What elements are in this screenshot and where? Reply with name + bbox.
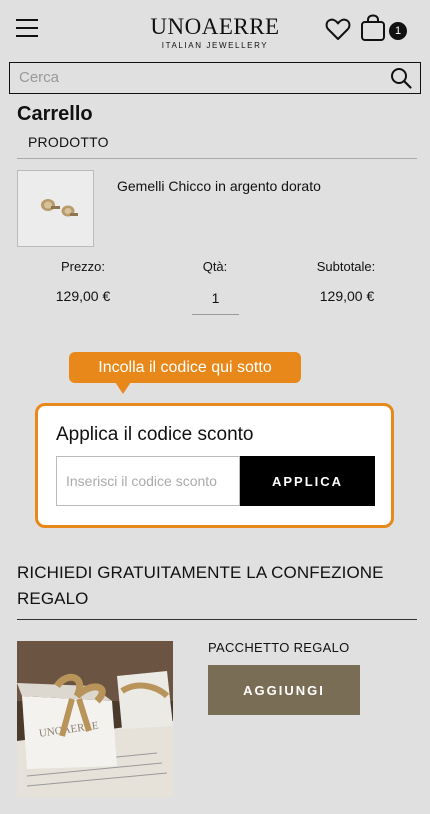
gift-box-image: UNOAERRE [17, 641, 173, 797]
qty-label: Qtà: [202, 259, 228, 274]
search-icon[interactable] [390, 67, 412, 89]
search-input[interactable] [10, 63, 380, 92]
apply-discount-button[interactable]: APPLICA [240, 456, 375, 506]
page-title: Carrello [17, 103, 93, 125]
cart-count-badge: 1 [389, 22, 407, 40]
product-column-label: PRODOTTO [28, 134, 109, 150]
divider [17, 619, 417, 620]
cufflinks-image [18, 171, 93, 246]
discount-title: Applica il codice sconto [56, 424, 254, 445]
search-bar [9, 62, 421, 94]
subtotal-value: 129,00 € [319, 288, 375, 304]
quantity-input[interactable]: 1 [192, 285, 239, 315]
price-label: Prezzo: [60, 259, 106, 274]
product-thumbnail[interactable] [17, 170, 94, 247]
header: UNOAERRE ITALIAN JEWELLERY 1 [0, 0, 430, 60]
discount-code-panel: Applica il codice sconto APPLICA [35, 403, 394, 528]
discount-code-input[interactable] [56, 456, 240, 506]
divider [17, 158, 417, 159]
gift-package-label: PACCHETTO REGALO [208, 640, 350, 655]
paste-code-tooltip: Incolla il codice qui sotto [69, 352, 301, 383]
shopping-bag-icon[interactable] [360, 14, 386, 42]
heart-icon[interactable] [325, 17, 351, 41]
subtotal-label: Subtotale: [316, 259, 376, 274]
logo-sub: ITALIAN JEWELLERY [161, 41, 269, 50]
gift-wrap-heading: RICHIEDI GRATUITAMENTE LA CONFEZIONE REG… [17, 563, 384, 608]
add-gift-wrap-button[interactable]: AGGIUNGI [208, 665, 360, 715]
tooltip-arrow [115, 382, 131, 394]
product-name[interactable]: Gemelli Chicco in argento dorato [117, 177, 321, 195]
price-value: 129,00 € [55, 288, 111, 304]
